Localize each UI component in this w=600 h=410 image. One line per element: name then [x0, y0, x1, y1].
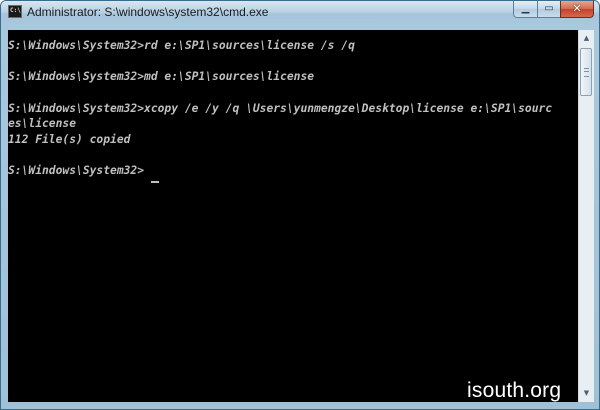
arrow-up-icon: ▲	[583, 34, 590, 42]
arrow-down-icon: ▼	[583, 389, 590, 397]
console-line: es\license	[8, 117, 77, 130]
scroll-up-button[interactable]: ▲	[579, 30, 594, 47]
console-line: S:\Windows\System32>rd e:\SP1\sources\li…	[8, 39, 355, 52]
close-icon: ✕	[572, 2, 582, 15]
grip-icon	[584, 68, 589, 77]
title-bar[interactable]: C:\ Administrator: S:\windows\system32\c…	[1, 1, 599, 25]
cmd-console-icon[interactable]: C:\	[8, 5, 22, 18]
cmd-console-icon-text: C:\	[10, 7, 21, 14]
window-title: Administrator: S:\windows\system32\cmd.e…	[27, 5, 269, 19]
vertical-scrollbar[interactable]: ▲ ▼	[578, 30, 594, 402]
scroll-down-button[interactable]: ▼	[579, 385, 594, 402]
maximize-icon: ▭	[544, 3, 554, 14]
watermark-text: isouth.org	[467, 379, 562, 402]
text-cursor	[151, 181, 159, 183]
console-line: S:\Windows\System32>md e:\SP1\sources\li…	[8, 70, 315, 83]
cmd-window: C:\ Administrator: S:\windows\system32\c…	[0, 0, 600, 410]
minimize-button[interactable]: ▁	[513, 1, 538, 18]
console-line: S:\Windows\System32>xcopy /e /y /q \User…	[8, 102, 553, 115]
console-line: 112 File(s) copied	[8, 133, 131, 146]
scroll-thumb[interactable]	[580, 48, 592, 96]
console-output[interactable]: S:\Windows\System32>rd e:\SP1\sources\li…	[8, 30, 578, 402]
maximize-button[interactable]: ▭	[537, 1, 561, 18]
console-prompt-line: S:\Windows\System32>	[8, 164, 145, 177]
close-button[interactable]: ✕	[560, 1, 594, 18]
minimize-icon: ▁	[521, 3, 530, 14]
